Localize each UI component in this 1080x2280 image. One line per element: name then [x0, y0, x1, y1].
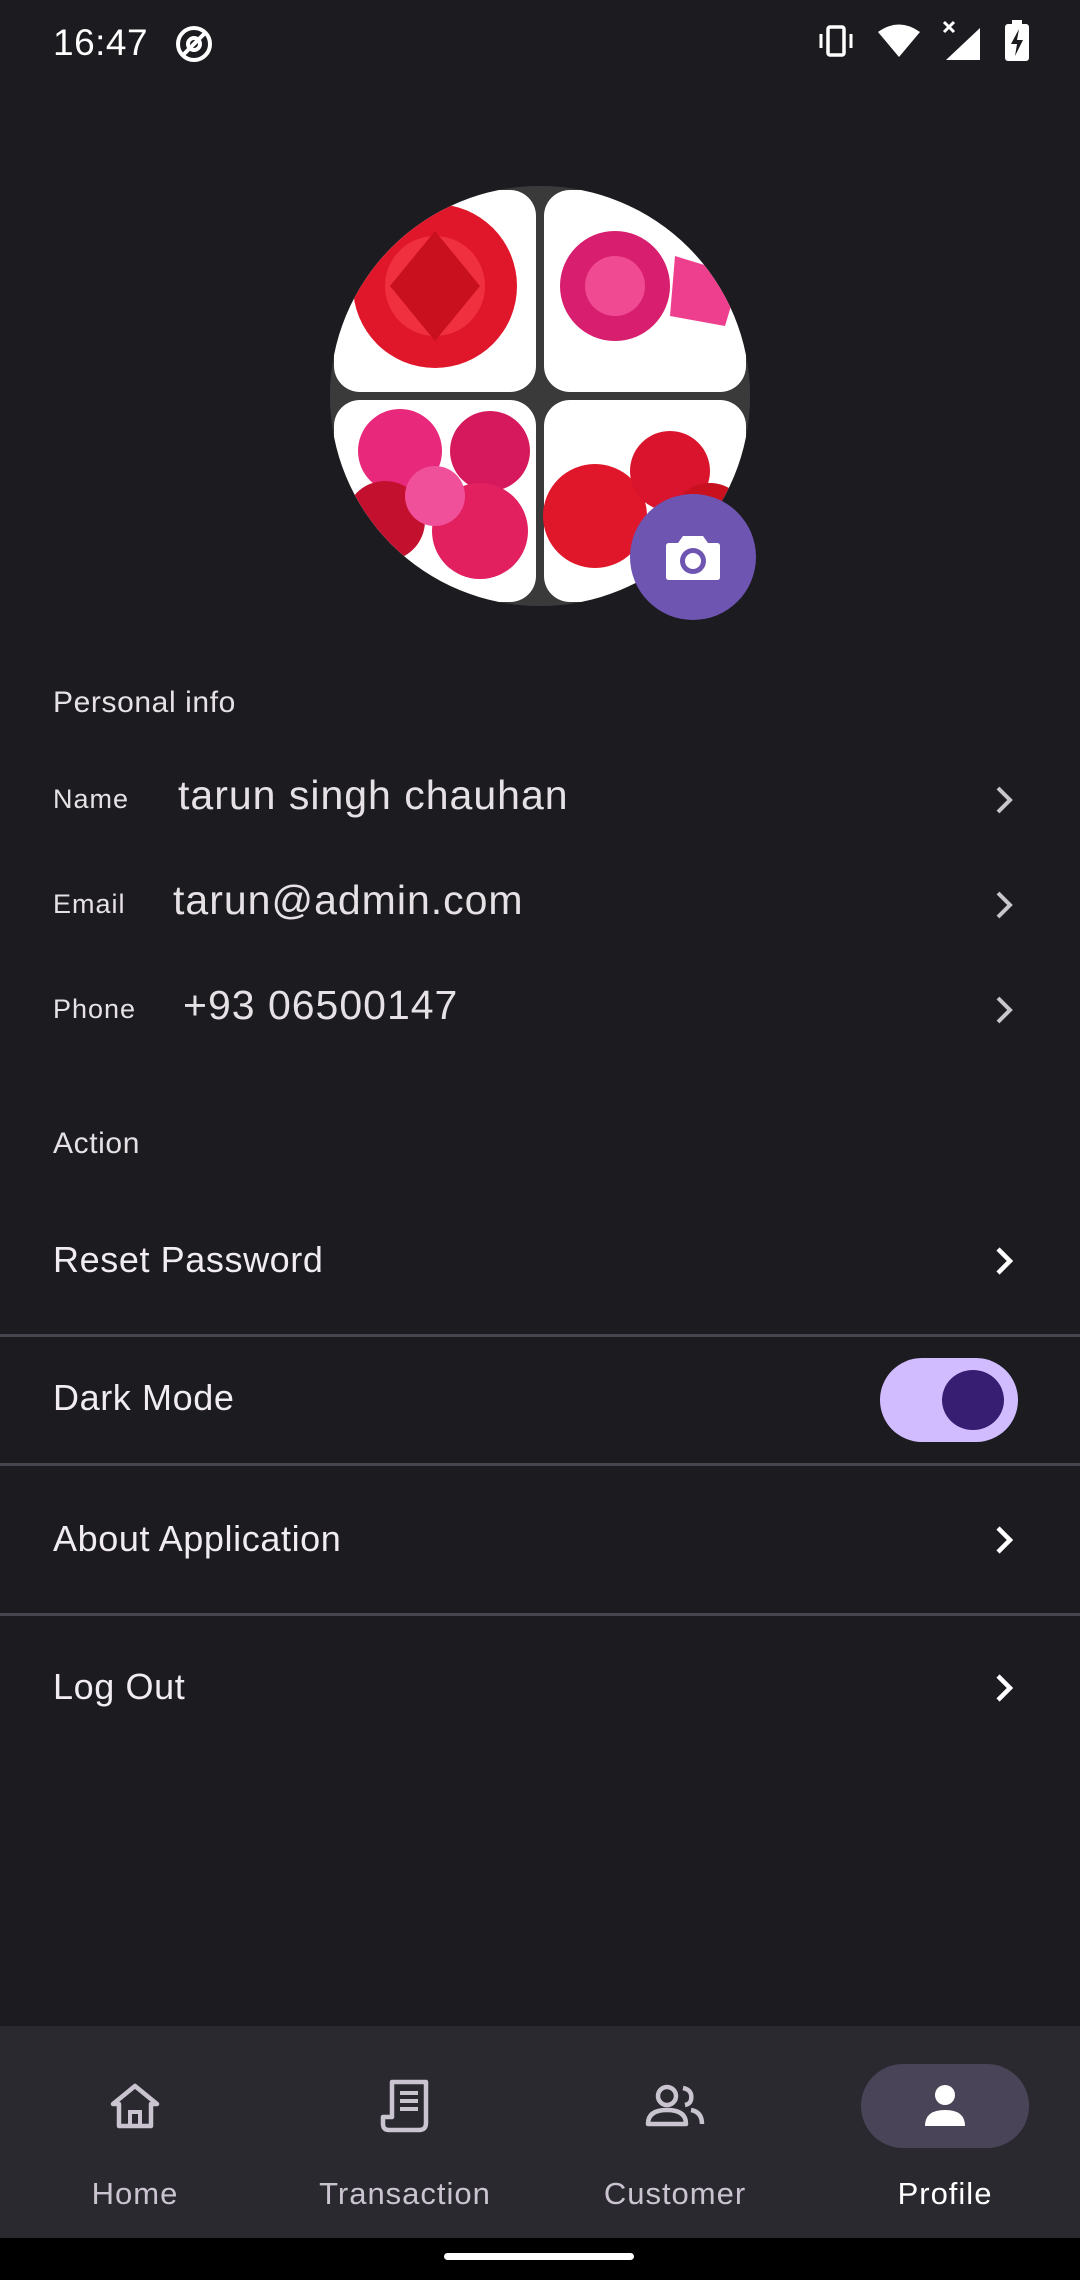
chevron-right-icon — [996, 1526, 1014, 1554]
reset-password-label: Reset Password — [53, 1239, 324, 1280]
log-out-row[interactable]: Log Out — [0, 1616, 1080, 1756]
wifi-icon — [878, 24, 920, 57]
email-label: Email — [53, 889, 126, 919]
nav-item-home[interactable]: Home — [0, 2026, 270, 2238]
reset-password-row[interactable]: Reset Password — [0, 1215, 1080, 1335]
receipt-icon — [380, 2079, 429, 2133]
at-sign-icon — [176, 26, 212, 62]
person-icon — [925, 2085, 965, 2126]
home-gesture-bar[interactable] — [444, 2253, 634, 2260]
log-out-label: Log Out — [53, 1666, 186, 1707]
name-label: Name — [53, 784, 130, 814]
bottom-navigation: Home Transaction Customer Profile — [0, 2026, 1080, 2238]
phone-label: Phone — [53, 994, 137, 1024]
name-row[interactable]: Name tarun singh chauhan — [0, 754, 1080, 844]
chevron-right-icon — [996, 1247, 1014, 1275]
battery-charging-icon — [1005, 20, 1029, 61]
nav-label-home: Home — [91, 2176, 179, 2211]
nav-label-customer: Customer — [603, 2176, 747, 2211]
home-icon — [110, 2083, 160, 2129]
chevron-right-icon — [996, 786, 1013, 814]
about-application-label: About Application — [53, 1518, 342, 1559]
profile-avatar-container — [330, 186, 756, 620]
chevron-right-icon — [996, 1674, 1014, 1702]
phone-value: +93 06500147 — [183, 982, 459, 1028]
nav-item-transaction[interactable]: Transaction — [270, 2026, 540, 2238]
change-photo-button[interactable] — [630, 494, 756, 620]
about-application-row[interactable]: About Application — [0, 1466, 1080, 1613]
chevron-right-icon — [996, 891, 1013, 919]
action-heading: Action — [53, 1127, 140, 1160]
dark-mode-toggle[interactable] — [880, 1358, 1018, 1442]
status-icons — [816, 20, 1030, 62]
personal-info-heading: Personal info — [53, 686, 236, 719]
chevron-right-icon — [996, 996, 1013, 1024]
email-row[interactable]: Email tarun@admin.com — [0, 859, 1080, 949]
status-time: 16:47 — [53, 22, 149, 63]
nav-icon-container — [321, 2064, 489, 2148]
status-bar: 16:47 — [0, 0, 1080, 90]
nav-label-profile: Profile — [897, 2176, 993, 2211]
nav-item-customer[interactable]: Customer — [540, 2026, 810, 2238]
email-value: tarun@admin.com — [173, 877, 524, 923]
nav-label-transaction: Transaction — [319, 2176, 491, 2211]
camera-icon — [666, 536, 720, 580]
nav-item-profile[interactable]: Profile — [810, 2026, 1080, 2238]
phone-row[interactable]: Phone +93 06500147 — [0, 964, 1080, 1054]
name-value: tarun singh chauhan — [178, 772, 569, 818]
dark-mode-label: Dark Mode — [53, 1377, 235, 1418]
nav-icon-container — [861, 2064, 1029, 2148]
toggle-knob — [942, 1370, 1004, 1430]
people-icon — [645, 2084, 705, 2127]
signal-icon — [942, 20, 980, 60]
vibrate-icon — [819, 25, 853, 57]
nav-icon-container — [591, 2064, 759, 2148]
nav-icon-container — [51, 2064, 219, 2148]
